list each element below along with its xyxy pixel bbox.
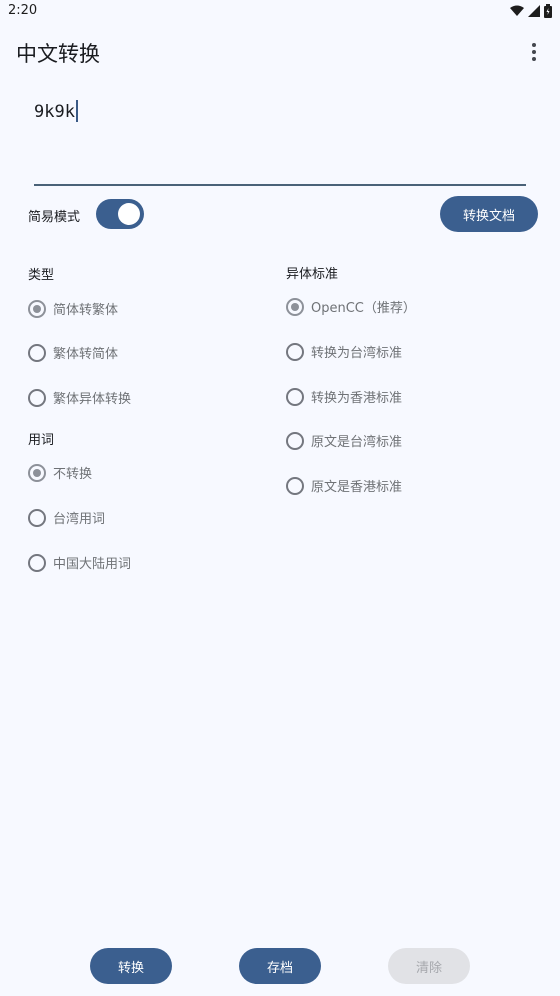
- variant-section-title: 异体标准: [286, 267, 339, 282]
- radio-words-none[interactable]: 不转换: [28, 463, 92, 482]
- radio-type-variant[interactable]: 繁体异体转换: [28, 388, 131, 407]
- radio-button: [286, 387, 304, 406]
- more-vert-icon: [532, 43, 536, 47]
- save-button[interactable]: 存档: [239, 948, 321, 984]
- radio-variant-from-tw[interactable]: 原文是台湾标准: [286, 431, 402, 450]
- radio-button: [28, 343, 46, 362]
- status-time: 2:20: [8, 3, 38, 18]
- radio-type-s2t[interactable]: 简体转繁体: [28, 299, 118, 318]
- type-section-title: 类型: [28, 268, 55, 283]
- convert-document-button[interactable]: 转换文档: [440, 196, 538, 232]
- battery-icon: [544, 4, 552, 18]
- more-options-button[interactable]: [522, 38, 546, 66]
- radio-button-checked: [28, 463, 46, 482]
- radio-button: [28, 553, 46, 572]
- signal-icon: [528, 5, 540, 17]
- radio-variant-from-hk[interactable]: 原文是香港标准: [286, 476, 402, 495]
- switch-knob: [118, 203, 140, 225]
- radio-variant-to-hk[interactable]: 转换为香港标准: [286, 387, 402, 406]
- radio-button: [28, 508, 46, 527]
- convert-button[interactable]: 转换: [90, 948, 172, 984]
- radio-button: [28, 388, 46, 407]
- radio-button: [286, 476, 304, 495]
- radio-words-mainland[interactable]: 中国大陆用词: [28, 553, 131, 572]
- simple-mode-label: 简易模式: [28, 210, 81, 225]
- radio-variant-opencc[interactable]: OpenCC（推荐）: [286, 297, 416, 316]
- app-title: 中文转换: [16, 42, 100, 66]
- wifi-icon: [510, 5, 524, 16]
- clear-button[interactable]: 清除: [388, 948, 470, 984]
- radio-button: [286, 342, 304, 361]
- radio-button-checked: [28, 299, 46, 318]
- words-section-title: 用词: [28, 433, 55, 448]
- radio-words-taiwan[interactable]: 台湾用词: [28, 508, 105, 527]
- status-bar: 2:20: [0, 0, 560, 24]
- radio-variant-to-tw[interactable]: 转换为台湾标准: [286, 342, 402, 361]
- radio-button-checked: [286, 297, 304, 316]
- status-icons: [510, 4, 552, 18]
- text-caret: [75, 100, 78, 122]
- radio-type-t2s[interactable]: 繁体转简体: [28, 343, 118, 362]
- input-value: 9k9k: [34, 102, 75, 122]
- radio-button: [286, 431, 304, 450]
- text-input[interactable]: 9k9k: [34, 96, 526, 186]
- simple-mode-switch[interactable]: [96, 199, 144, 229]
